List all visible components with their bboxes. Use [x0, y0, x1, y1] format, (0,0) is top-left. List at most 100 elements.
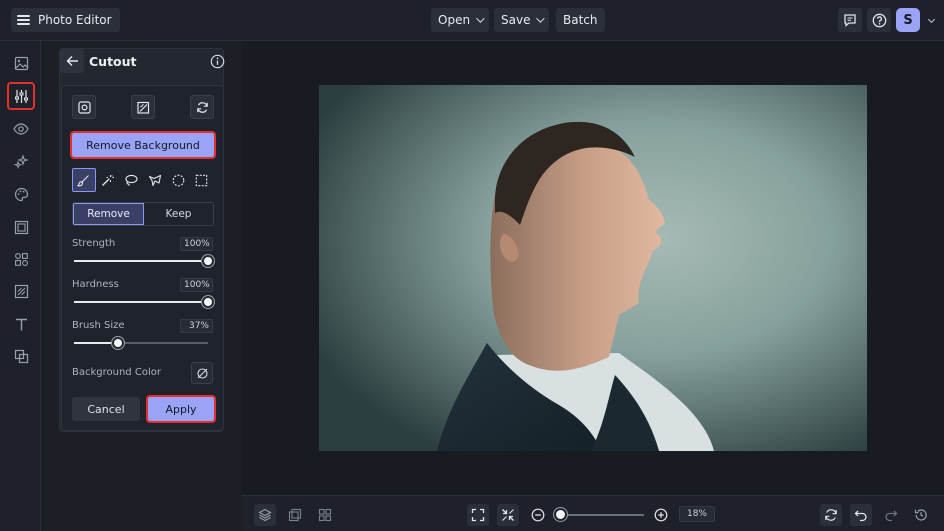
- photo-canvas[interactable]: [319, 85, 867, 451]
- info-button[interactable]: [210, 54, 225, 69]
- back-button[interactable]: [60, 49, 84, 73]
- rail-item-frames[interactable]: [9, 215, 33, 239]
- chevron-down-icon: [536, 14, 546, 23]
- strength-thumb[interactable]: [202, 255, 214, 267]
- zoom-out-icon: [531, 508, 545, 522]
- tool-lasso[interactable]: [119, 168, 143, 192]
- batch-button[interactable]: Batch: [556, 8, 605, 32]
- refresh-icon: [196, 101, 208, 113]
- remove-option[interactable]: Remove: [73, 203, 144, 225]
- cutout-mode-refresh[interactable]: [190, 95, 214, 119]
- top-bar: Photo Editor Open Save Batch S: [0, 0, 944, 41]
- portrait-photo: [319, 85, 867, 451]
- save-button[interactable]: Save: [494, 8, 550, 32]
- tool-brush[interactable]: [72, 168, 96, 192]
- info-icon: [210, 54, 225, 69]
- rail-item-textures[interactable]: [9, 279, 33, 303]
- zoom-value[interactable]: 18%: [679, 506, 715, 522]
- compare-icon: [288, 508, 302, 522]
- hardness-slider[interactable]: [74, 296, 214, 308]
- keep-option[interactable]: Keep: [144, 203, 213, 225]
- hardness-thumb[interactable]: [202, 296, 214, 308]
- rail-item-graphics[interactable]: [9, 247, 33, 271]
- grid-button[interactable]: [314, 504, 336, 526]
- remove-keep-toggle: Remove Keep: [72, 202, 214, 226]
- strength-slider[interactable]: [74, 255, 214, 267]
- ellipse-select-icon: [172, 174, 185, 186]
- overlay-icon: [14, 349, 28, 363]
- help-icon: [872, 13, 886, 27]
- redo-button[interactable]: [880, 504, 902, 526]
- rail-item-overlays[interactable]: [9, 344, 33, 368]
- panel-header: Cutout: [60, 49, 225, 77]
- layers-button[interactable]: [254, 504, 276, 526]
- refresh-icon: [825, 509, 837, 521]
- chevron-down-icon[interactable]: [927, 15, 936, 24]
- fit-screen-button[interactable]: [467, 504, 489, 526]
- text-icon: [15, 318, 27, 330]
- background-color-picker[interactable]: [191, 362, 213, 384]
- menu-icon: [17, 15, 30, 25]
- arrow-left-icon: [66, 56, 78, 66]
- hardness-label: Hardness: [72, 279, 119, 290]
- auto-cutout-icon: [136, 101, 149, 114]
- chevron-down-icon: [476, 14, 485, 23]
- undo-icon: [854, 510, 867, 522]
- brush-size-slider[interactable]: [74, 337, 208, 349]
- background-color-label: Background Color: [72, 367, 161, 378]
- cutout-controls: Remove Background Remove Keep Strength 1…: [61, 85, 224, 431]
- rail-item-artsy[interactable]: [9, 182, 33, 206]
- avatar-letter: S: [903, 12, 913, 28]
- open-button[interactable]: Open: [431, 8, 490, 32]
- apply-button[interactable]: Apply: [146, 395, 216, 423]
- sparkle-effects-icon: [13, 153, 29, 169]
- rail-item-view[interactable]: [9, 117, 33, 141]
- rail-item-text[interactable]: [9, 312, 33, 336]
- hardness-fill: [74, 301, 208, 303]
- rail-item-adjustments[interactable]: [7, 82, 35, 110]
- palette-icon: [14, 187, 28, 201]
- layers-icon: [258, 508, 272, 522]
- rail-item-image[interactable]: [9, 51, 33, 75]
- chat-button[interactable]: [838, 8, 862, 32]
- strength-value[interactable]: 100%: [180, 237, 213, 251]
- zoom-in-icon: [654, 508, 668, 522]
- tool-polygon-lasso[interactable]: [143, 168, 167, 192]
- cancel-button[interactable]: Cancel: [72, 397, 140, 421]
- zoom-slider[interactable]: [558, 514, 644, 516]
- save-label: Save: [501, 13, 531, 27]
- avatar[interactable]: S: [896, 8, 920, 32]
- history-button[interactable]: [910, 504, 932, 526]
- hardness-value[interactable]: 100%: [180, 278, 213, 292]
- actual-size-button[interactable]: [497, 504, 519, 526]
- selection-tools: [72, 168, 214, 192]
- brush-size-label: Brush Size: [72, 320, 125, 331]
- zoom-slider-thumb[interactable]: [554, 508, 567, 521]
- grid-icon: [318, 508, 332, 522]
- zoom-in-button[interactable]: [650, 504, 672, 526]
- brush-size-thumb[interactable]: [112, 337, 125, 349]
- reset-button[interactable]: [820, 504, 842, 526]
- tool-rect-select[interactable]: [190, 168, 214, 192]
- app-menu-button[interactable]: Photo Editor: [11, 8, 120, 32]
- undo-button[interactable]: [850, 504, 872, 526]
- tool-ellipse-select[interactable]: [166, 168, 190, 192]
- remove-background-button[interactable]: Remove Background: [70, 131, 216, 159]
- magic-wand-icon: [101, 174, 114, 186]
- eyedropper-none-icon: [196, 367, 208, 379]
- zoom-out-button[interactable]: [527, 504, 549, 526]
- panel-title: Cutout: [89, 54, 137, 69]
- cutout-mode-auto[interactable]: [131, 95, 155, 119]
- lasso-icon: [125, 174, 138, 186]
- fit-screen-icon: [471, 508, 485, 522]
- chat-icon: [844, 14, 856, 27]
- brush-size-value[interactable]: 37%: [180, 319, 213, 333]
- help-button[interactable]: [867, 8, 891, 32]
- bottom-bar: 18%: [242, 495, 944, 531]
- compare-button[interactable]: [284, 504, 306, 526]
- rail-item-effects[interactable]: [9, 149, 33, 173]
- tool-magic-wand[interactable]: [96, 168, 120, 192]
- image-icon: [14, 56, 28, 70]
- cutout-mode-instagram[interactable]: [72, 95, 96, 119]
- batch-label: Batch: [563, 13, 598, 27]
